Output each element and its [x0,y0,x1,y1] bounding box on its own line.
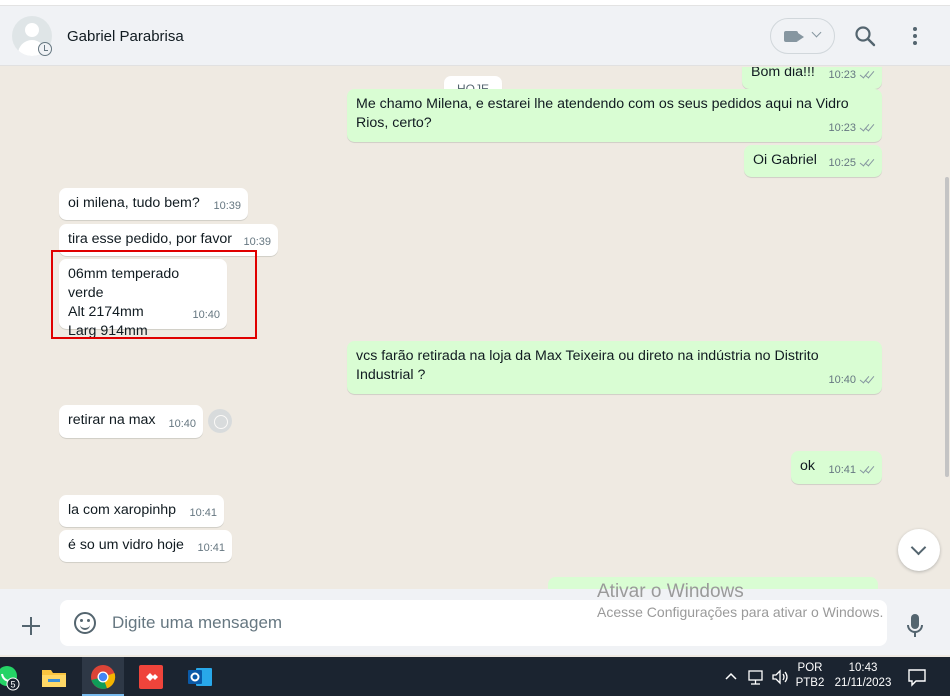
whatsapp-badge-count: 5 [10,680,15,690]
message-outgoing[interactable]: Bom dia!!! 10:23 [742,67,882,89]
message-outgoing[interactable]: Oi Gabriel 10:25 [744,145,882,177]
message-text: la com xaropinhp [68,502,177,518]
chevron-down-icon [811,27,822,38]
menu-icon[interactable] [903,24,927,48]
video-call-icon [784,31,798,42]
message-text: Bom dia!!! [751,67,815,80]
clock[interactable]: 10:43 21/11/2023 [830,661,896,691]
message-time: 10:40 [828,371,875,390]
message-incoming[interactable]: la com xaropinhp 10:41 [59,495,224,527]
message-text: retirar na max [68,412,156,428]
message-text: tira esse pedido, por favor [68,231,233,247]
reaction-emoji-icon[interactable] [208,409,232,433]
message-text: é so um vidro hoje [68,537,184,553]
keyboard-layout: PTB2 [795,677,825,689]
status-clock-icon [38,42,52,56]
outlook-icon[interactable] [186,663,214,691]
message-text: ok [800,458,815,474]
clock-date: 21/11/2023 [834,677,892,689]
message-time: 10:40 [168,418,196,430]
plus-icon[interactable] [21,616,41,636]
video-call-button[interactable] [770,18,835,54]
scrollbar-thumb[interactable] [945,177,949,477]
double-check-icon [859,122,875,132]
network-icon[interactable] [746,667,766,687]
message-time: 10:23 [828,67,875,85]
chevron-up-icon[interactable] [722,668,740,686]
contact-name[interactable]: Gabriel Parabrisa [67,28,184,45]
scroll-to-bottom-button[interactable] [898,529,940,571]
message-incoming[interactable]: oi milena, tudo bem? 10:39 [59,188,248,220]
message-incoming[interactable]: retirar na max 10:40 [59,405,203,438]
chrome-icon[interactable] [89,663,117,691]
message-time: 10:23 [828,119,875,138]
message-outgoing[interactable]: Me chamo Milena, e estarei lhe atendendo… [347,89,882,142]
emoji-icon[interactable] [74,612,96,634]
chat-scrollbar[interactable] [943,67,950,589]
message-time: 10:41 [828,461,875,480]
volume-icon[interactable] [770,667,790,687]
message-time: 10:41 [189,507,217,519]
windows-activation-title: Ativar o Windows [597,581,744,602]
message-incoming[interactable]: é so um vidro hoje 10:41 [59,530,232,562]
notifications-icon[interactable] [906,666,928,688]
message-outgoing[interactable]: ok 10:41 [791,451,882,484]
message-outgoing[interactable]: vcs farão retirada na loja da Max Teixei… [347,341,882,394]
double-check-icon [859,374,875,384]
file-explorer-icon[interactable] [40,663,68,691]
chat-header: Gabriel Parabrisa [0,6,950,66]
highlight-box [51,250,257,339]
clock-time: 10:43 [848,662,878,674]
message-input-placeholder: Digite uma mensagem [112,613,283,632]
search-icon[interactable] [853,24,877,48]
message-text: Me chamo Milena, e estarei lhe atendendo… [356,96,849,131]
avatar-head-shape [25,23,39,37]
whatsapp-icon[interactable]: 5 [0,665,22,691]
anydesk-icon[interactable] [137,663,165,691]
message-text: oi milena, tudo bem? [68,195,200,211]
mic-icon[interactable] [905,613,925,639]
windows-taskbar: 5 POR PTB2 10:43 21/11/2023 [0,657,950,696]
windows-activation-subtitle: Acesse Configurações para ativar o Windo… [597,604,884,620]
message-text: vcs farão retirada na loja da Max Teixei… [356,348,819,383]
chat-messages-area[interactable]: Bom dia!!! 10:23 HOJE Me chamo Milena, e… [0,67,943,589]
double-check-icon [859,157,875,167]
message-text: Oi Gabriel [753,152,817,168]
message-time: 10:25 [828,154,875,173]
message-time: 10:39 [213,200,241,212]
language-indicator[interactable]: POR PTB2 [793,661,827,691]
double-check-icon [859,464,875,474]
double-check-icon [859,69,875,79]
message-composer: Digite uma mensagem [0,589,950,655]
language-code: POR [797,662,823,674]
message-time: 10:41 [197,542,225,554]
